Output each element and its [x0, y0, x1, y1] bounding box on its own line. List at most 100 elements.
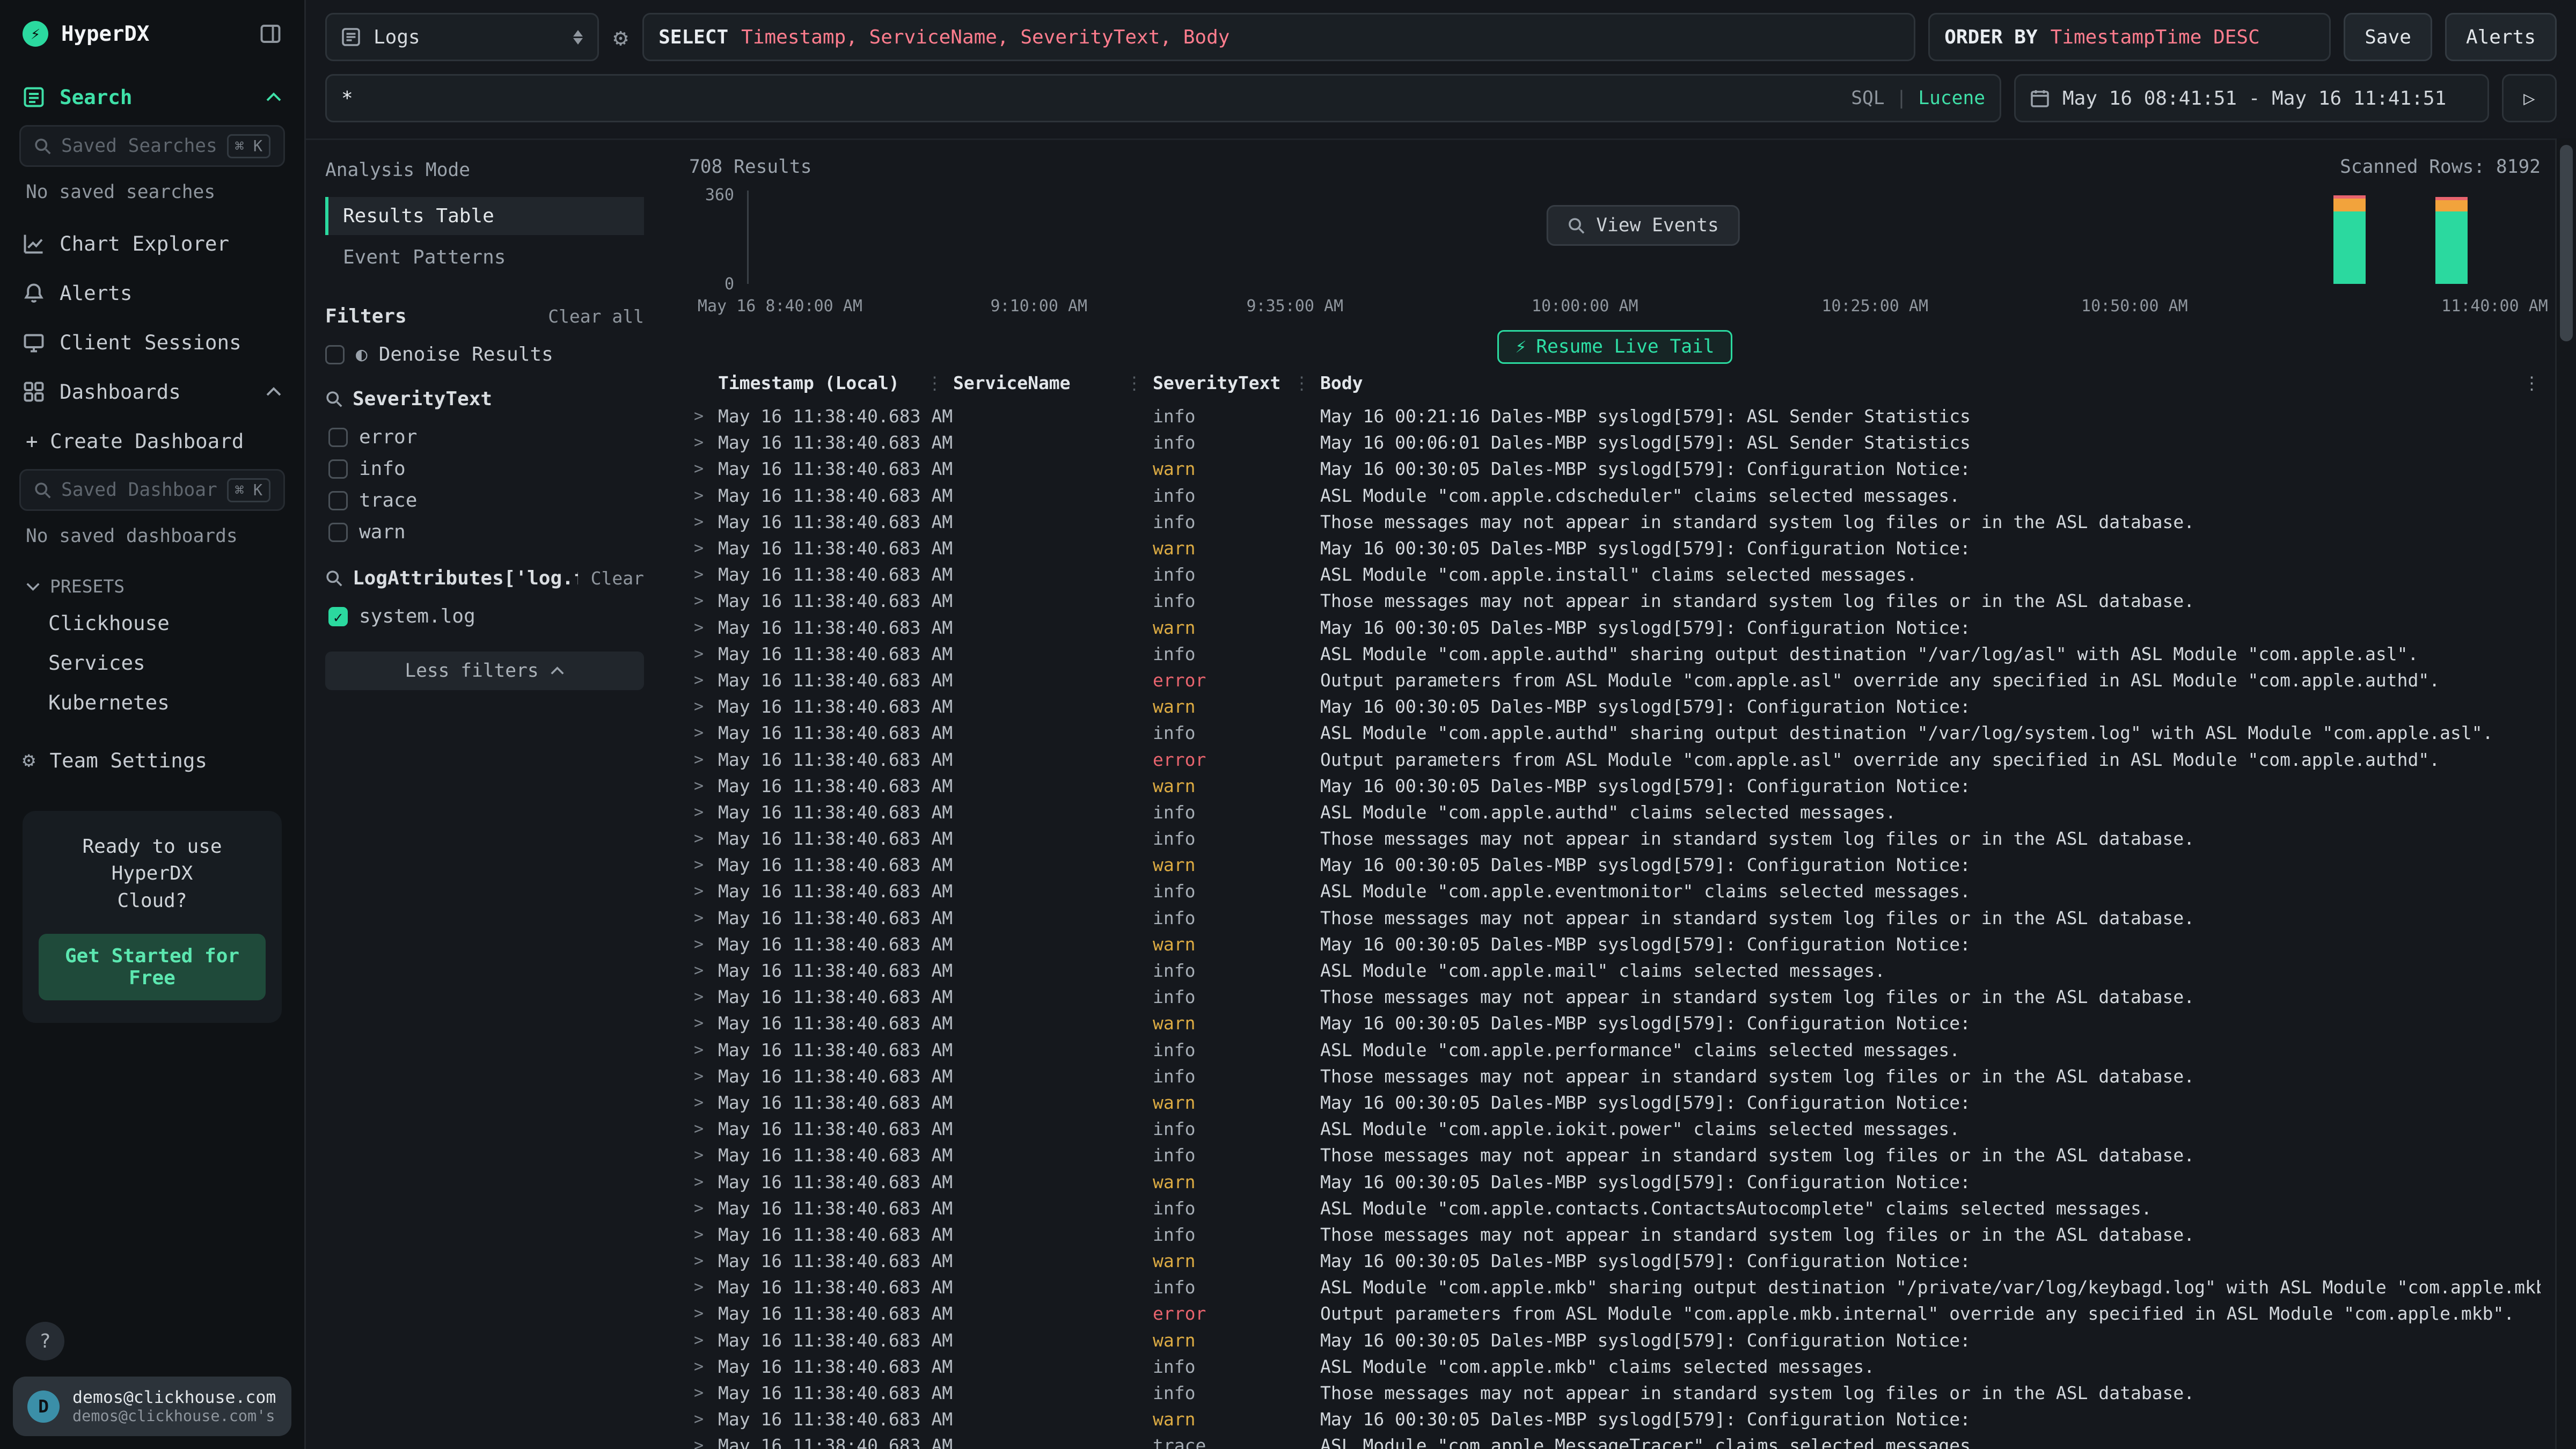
less-filters-button[interactable]: Less filters — [325, 652, 644, 690]
log-row[interactable]: >May 16 11:38:40.683 AMwarnMay 16 00:30:… — [689, 1089, 2541, 1116]
log-row[interactable]: >May 16 11:38:40.683 AMinfoThose message… — [689, 905, 2541, 931]
presets-toggle[interactable]: PRESETS — [0, 563, 304, 603]
checkbox[interactable] — [328, 491, 348, 510]
log-row[interactable]: >May 16 11:38:40.683 AMinfoThose message… — [689, 1380, 2541, 1406]
run-query-button[interactable]: ▷ — [2502, 74, 2557, 122]
column-drag-handle-icon[interactable]: ⋮ — [926, 372, 943, 393]
row-expand-chevron[interactable]: > — [689, 909, 718, 927]
log-row[interactable]: >May 16 11:38:40.683 AMwarnMay 16 00:30:… — [689, 852, 2541, 878]
log-row[interactable]: >May 16 11:38:40.683 AMwarnMay 16 00:30:… — [689, 614, 2541, 641]
row-expand-chevron[interactable]: > — [689, 1225, 718, 1244]
log-row[interactable]: >May 16 11:38:40.683 AMinfoThose message… — [689, 1142, 2541, 1168]
log-row[interactable]: >May 16 11:38:40.683 AMwarnMay 16 00:30:… — [689, 931, 2541, 957]
log-row[interactable]: >May 16 11:38:40.683 AMinfoASL Module "c… — [689, 799, 2541, 825]
facet-option-warn[interactable]: warn — [325, 516, 644, 548]
row-expand-chevron[interactable]: > — [689, 591, 718, 610]
row-expand-chevron[interactable]: > — [689, 1357, 718, 1376]
log-row[interactable]: >May 16 11:38:40.683 AMinfoASL Module "c… — [689, 1274, 2541, 1300]
row-expand-chevron[interactable]: > — [689, 961, 718, 980]
row-expand-chevron[interactable]: > — [689, 1173, 718, 1191]
log-row[interactable]: >May 16 11:38:40.683 AMerrorOutput param… — [689, 746, 2541, 772]
log-row[interactable]: >May 16 11:38:40.683 AMinfoThose message… — [689, 825, 2541, 852]
log-row[interactable]: >May 16 11:38:40.683 AMwarnMay 16 00:30:… — [689, 773, 2541, 799]
log-row[interactable]: >May 16 11:38:40.683 AMinfoMay 16 00:21:… — [689, 403, 2541, 429]
checkbox[interactable] — [328, 523, 348, 542]
row-expand-chevron[interactable]: > — [689, 1119, 718, 1138]
table-options-kebab-icon[interactable]: ⋮ — [2512, 372, 2541, 393]
log-row[interactable]: >May 16 11:38:40.683 AMwarnMay 16 00:30:… — [689, 456, 2541, 482]
save-button[interactable]: Save — [2344, 13, 2432, 61]
preset-item-clickhouse[interactable]: Clickhouse — [0, 603, 304, 643]
row-expand-chevron[interactable]: > — [689, 882, 718, 901]
log-row[interactable]: >May 16 11:38:40.683 AMwarnMay 16 00:30:… — [689, 1406, 2541, 1432]
get-started-button[interactable]: Get Started for Free — [39, 934, 266, 1000]
histogram-bar[interactable] — [2333, 195, 2366, 284]
row-expand-chevron[interactable]: > — [689, 565, 718, 584]
row-expand-chevron[interactable]: > — [689, 750, 718, 769]
sidebar-item-team-settings[interactable]: ⚙ Team Settings — [0, 735, 304, 785]
sidebar-item-alerts[interactable]: Alerts — [0, 268, 304, 318]
checkbox[interactable] — [325, 345, 345, 364]
saved-searches-input[interactable]: Saved Searches ⌘ K — [19, 125, 285, 167]
log-row[interactable]: >May 16 11:38:40.683 AMinfoASL Module "c… — [689, 1116, 2541, 1142]
row-expand-chevron[interactable]: > — [689, 1304, 718, 1323]
log-row[interactable]: >May 16 11:38:40.683 AMinfoThose message… — [689, 984, 2541, 1010]
row-expand-chevron[interactable]: > — [689, 1410, 718, 1429]
preset-item-kubernetes[interactable]: Kubernetes — [0, 683, 304, 722]
date-range-picker[interactable]: May 16 08:41:51 - May 16 11:41:51 — [2014, 74, 2489, 122]
histogram-bar[interactable] — [2435, 197, 2468, 284]
help-button[interactable]: ? — [26, 1322, 64, 1360]
row-expand-chevron[interactable]: > — [689, 645, 718, 663]
sidebar-item-dashboards[interactable]: Dashboards — [0, 367, 304, 416]
log-row[interactable]: >May 16 11:38:40.683 AMerrorOutput param… — [689, 1300, 2541, 1327]
log-row[interactable]: >May 16 11:38:40.683 AMinfoMay 16 00:06:… — [689, 429, 2541, 456]
denoise-results-option[interactable]: ◐ Denoise Results — [325, 343, 644, 365]
row-expand-chevron[interactable]: > — [689, 1331, 718, 1350]
scrollbar[interactable] — [2555, 138, 2576, 1449]
row-expand-chevron[interactable]: > — [689, 1041, 718, 1059]
facet-option-info[interactable]: info — [325, 453, 644, 485]
row-expand-chevron[interactable]: > — [689, 803, 718, 822]
column-header-body[interactable]: Body — [1320, 372, 2512, 393]
row-expand-chevron[interactable]: > — [689, 1067, 718, 1086]
checkbox[interactable] — [328, 459, 348, 479]
log-row[interactable]: >May 16 11:38:40.683 AMinfoASL Module "c… — [689, 1353, 2541, 1380]
row-expand-chevron[interactable]: > — [689, 407, 718, 426]
alerts-button[interactable]: Alerts — [2445, 13, 2557, 61]
row-expand-chevron[interactable]: > — [689, 1014, 718, 1033]
clear-all-filters-link[interactable]: Clear all — [548, 306, 644, 327]
log-row[interactable]: >May 16 11:38:40.683 AMinfoThose message… — [689, 1063, 2541, 1089]
row-expand-chevron[interactable]: > — [689, 935, 718, 954]
row-expand-chevron[interactable]: > — [689, 671, 718, 690]
checkbox[interactable]: ✓ — [328, 607, 348, 626]
row-expand-chevron[interactable]: > — [689, 1436, 718, 1449]
view-events-button[interactable]: View Events — [1546, 205, 1739, 246]
row-expand-chevron[interactable]: > — [689, 777, 718, 795]
log-row[interactable]: >May 16 11:38:40.683 AMinfoThose message… — [689, 588, 2541, 614]
log-row[interactable]: >May 16 11:38:40.683 AMinfoASL Module "c… — [689, 482, 2541, 509]
sidebar-item-client-sessions[interactable]: Client Sessions — [0, 318, 304, 367]
sidebar-item-chart-explorer[interactable]: Chart Explorer — [0, 219, 304, 268]
row-expand-chevron[interactable]: > — [689, 513, 718, 531]
log-row[interactable]: >May 16 11:38:40.683 AMwarnMay 16 00:30:… — [689, 1010, 2541, 1036]
row-expand-chevron[interactable]: > — [689, 1199, 718, 1218]
scrollbar-thumb[interactable] — [2560, 145, 2573, 341]
row-expand-chevron[interactable]: > — [689, 539, 718, 558]
source-settings-gear-icon[interactable]: ⚙ — [612, 23, 630, 52]
source-select[interactable]: Logs — [325, 13, 599, 61]
row-expand-chevron[interactable]: > — [689, 1278, 718, 1297]
log-row[interactable]: >May 16 11:38:40.683 AMinfoASL Module "c… — [689, 957, 2541, 984]
log-row[interactable]: >May 16 11:38:40.683 AMwarnMay 16 00:30:… — [689, 1248, 2541, 1274]
log-row[interactable]: >May 16 11:38:40.683 AMinfoASL Module "c… — [689, 1037, 2541, 1063]
facet-option-trace[interactable]: trace — [325, 485, 644, 516]
column-header-severitytext[interactable]: SeverityText⋮ — [1153, 372, 1320, 393]
log-row[interactable]: >May 16 11:38:40.683 AMwarnMay 16 00:30:… — [689, 1327, 2541, 1353]
sidebar-item-search[interactable]: Search — [0, 72, 304, 122]
row-expand-chevron[interactable]: > — [689, 697, 718, 716]
order-by-box[interactable]: ORDER BY TimestampTime DESC — [1928, 13, 2331, 61]
facet-option-error[interactable]: error — [325, 421, 644, 453]
log-row[interactable]: >May 16 11:38:40.683 AMwarnMay 16 00:30:… — [689, 1168, 2541, 1195]
row-expand-chevron[interactable]: > — [689, 723, 718, 742]
log-row[interactable]: >May 16 11:38:40.683 AMwarnMay 16 00:30:… — [689, 535, 2541, 561]
log-row[interactable]: >May 16 11:38:40.683 AMtraceASL Module "… — [689, 1432, 2541, 1449]
